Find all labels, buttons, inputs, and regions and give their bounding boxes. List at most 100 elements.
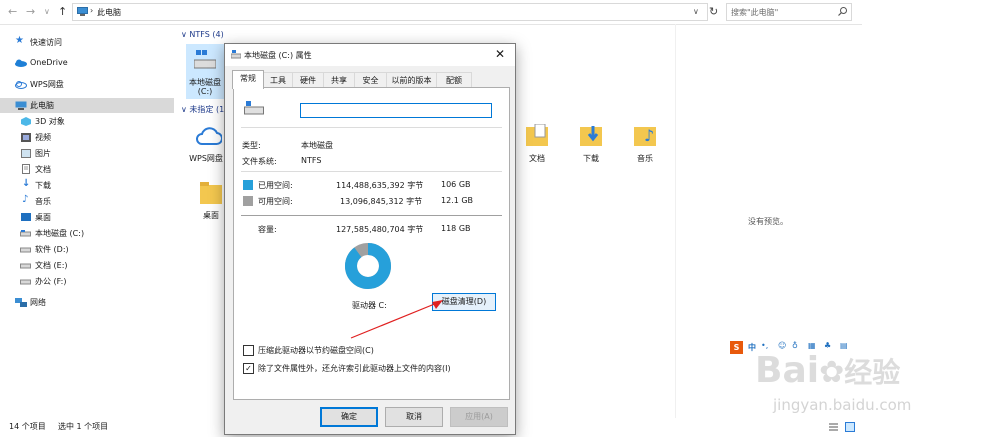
drive-c-tile[interactable]: 本地磁盘 (C:) xyxy=(186,44,224,99)
address-input[interactable]: › 此电脑 ∨ xyxy=(72,3,708,21)
ime-tools-icon[interactable]: ▤ xyxy=(840,341,848,350)
group-collapse-icon: ∨ xyxy=(181,30,187,39)
music-tile[interactable]: ♪ 音乐 xyxy=(631,124,659,164)
document-icon xyxy=(22,164,30,174)
wps-drive-tile[interactable]: WPS网盘 xyxy=(189,122,226,166)
tab-tools[interactable]: 工具 xyxy=(263,72,293,88)
computer-icon xyxy=(77,7,88,16)
ime-emoji-icon[interactable]: ☺ xyxy=(778,341,786,350)
watermark-url: jingyan.baidu.com xyxy=(773,396,912,414)
large-icons-view-icon[interactable] xyxy=(845,422,855,432)
ime-skin-icon[interactable]: ♣ xyxy=(824,341,831,350)
folder-download-icon xyxy=(580,126,602,146)
sidebar-item-label: OneDrive xyxy=(30,58,68,67)
tab-previous-versions[interactable]: 以前的版本 xyxy=(386,72,437,88)
music-icon: ♪ xyxy=(22,194,29,205)
search-input[interactable]: 搜索"此电脑" xyxy=(726,3,852,21)
apply-button[interactable]: 应用(A) xyxy=(450,407,508,427)
drive-name-input[interactable] xyxy=(300,103,492,118)
group-header-unspecified[interactable]: ∨ 未指定 (1 xyxy=(181,104,224,115)
sidebar-item-network[interactable]: 网络 xyxy=(0,295,174,310)
desktop-tile[interactable]: 桌面 xyxy=(197,180,225,222)
ok-button[interactable]: 确定 xyxy=(320,407,378,427)
sidebar-item-label: 网络 xyxy=(30,298,46,307)
refresh-icon[interactable]: ↻ xyxy=(709,5,718,18)
svg-text:♪: ♪ xyxy=(644,126,654,145)
sidebar-item-drive-c[interactable]: 本地磁盘 (C:) xyxy=(0,226,174,241)
tab-quota[interactable]: 配额 xyxy=(436,72,472,88)
capacity-gb: 118 GB xyxy=(441,224,471,233)
tab-general[interactable]: 常规 xyxy=(232,70,264,89)
back-arrow-icon[interactable]: ← xyxy=(8,5,17,18)
cloud-outline-icon xyxy=(196,127,222,145)
paw-icon: ✿ xyxy=(819,355,845,390)
group-header-ntfs[interactable]: ∨ NTFS (4) xyxy=(181,30,224,39)
dialog-titlebar: 本地磁盘 (C:) 属性 ✕ xyxy=(225,44,515,66)
sidebar-item-this-pc[interactable]: 此电脑 xyxy=(0,98,174,113)
sidebar-item-3d-objects[interactable]: 3D 对象 xyxy=(0,114,174,129)
video-icon xyxy=(21,133,31,142)
music-tile-label: 音乐 xyxy=(637,154,653,163)
tab-hardware[interactable]: 硬件 xyxy=(292,72,324,88)
sidebar-item-desktop[interactable]: 桌面 xyxy=(0,210,174,225)
sidebar-item-pictures[interactable]: 图片 xyxy=(0,146,174,161)
tab-security[interactable]: 安全 xyxy=(354,72,387,88)
type-label: 类型: xyxy=(242,141,261,150)
sidebar-item-quick-access[interactable]: ★ 快速访问 xyxy=(0,35,174,50)
ime-keyboard-icon[interactable]: ▦ xyxy=(808,341,816,350)
used-space-bytes: 114,488,635,392 字节 xyxy=(336,181,424,190)
ime-voice-icon[interactable]: ♁ xyxy=(792,341,798,350)
drive-icon xyxy=(20,279,31,285)
sidebar-item-label: WPS网盘 xyxy=(30,80,64,89)
apply-label: 应用(A) xyxy=(465,412,493,421)
ime-punctuation-icon[interactable]: •, xyxy=(761,341,768,350)
wps-drive-tile-label: WPS网盘 xyxy=(189,154,223,163)
sogou-s-icon[interactable]: S xyxy=(730,341,743,354)
sidebar-item-label: 3D 对象 xyxy=(35,117,65,126)
item-count-text: 14 个项目 xyxy=(9,422,46,431)
cancel-button[interactable]: 取消 xyxy=(385,407,443,427)
sidebar-item-downloads[interactable]: ↓ 下载 xyxy=(0,178,174,193)
sidebar-item-documents[interactable]: 文档 xyxy=(0,162,174,177)
compress-checkbox[interactable] xyxy=(243,345,254,356)
sidebar-item-drive-e[interactable]: 文档 (E:) xyxy=(0,258,174,273)
sidebar-item-onedrive[interactable]: OneDrive xyxy=(0,56,174,71)
dialog-title: 本地磁盘 (C:) 属性 xyxy=(244,51,312,60)
sidebar-item-videos[interactable]: 视频 xyxy=(0,130,174,145)
sidebar-item-wps-drive[interactable]: WPS网盘 xyxy=(0,77,174,92)
sidebar-item-label: 办公 (F:) xyxy=(35,277,67,286)
tab-sharing[interactable]: 共享 xyxy=(323,72,355,88)
details-view-icon[interactable] xyxy=(829,423,838,431)
close-icon[interactable]: ✕ xyxy=(495,47,505,61)
up-arrow-icon[interactable]: ↑ xyxy=(58,5,67,18)
type-value: 本地磁盘 xyxy=(301,141,333,150)
drive-icon xyxy=(194,50,216,69)
folder-icon xyxy=(200,182,222,204)
sidebar-item-drive-f[interactable]: 办公 (F:) xyxy=(0,274,174,289)
sidebar-item-drive-d[interactable]: 软件 (D:) xyxy=(0,242,174,257)
compress-label: 压缩此驱动器以节约磁盘空间(C) xyxy=(258,346,374,355)
desktop-tile-label: 桌面 xyxy=(203,211,219,220)
documents-tile[interactable]: 文档 xyxy=(523,124,551,164)
no-preview-text: 没有预览。 xyxy=(748,217,788,226)
downloads-tile-label: 下载 xyxy=(583,154,599,163)
sidebar-item-label: 本地磁盘 (C:) xyxy=(35,229,85,238)
downloads-tile[interactable]: 下载 xyxy=(577,124,605,164)
sidebar-item-label: 图片 xyxy=(35,149,51,158)
search-icon[interactable] xyxy=(838,7,847,16)
address-dropdown-icon[interactable]: ∨ xyxy=(693,7,699,16)
forward-arrow-icon[interactable]: → xyxy=(26,5,35,18)
sidebar-item-label: 软件 (D:) xyxy=(35,245,69,254)
divider xyxy=(241,127,502,128)
sidebar-item-label: 此电脑 xyxy=(30,101,54,110)
disk-cleanup-label: 磁盘清理(D) xyxy=(441,297,487,306)
group-collapse-icon: ∨ xyxy=(181,105,187,114)
recent-locations-chevron-icon[interactable]: ∨ xyxy=(44,7,50,16)
sidebar-item-music[interactable]: ♪ 音乐 xyxy=(0,194,174,209)
cloud-outline-icon xyxy=(15,81,27,89)
search-placeholder: 搜索"此电脑" xyxy=(731,8,779,17)
index-checkbox[interactable]: ✓ xyxy=(243,363,254,374)
folder-music-icon: ♪ xyxy=(634,126,656,146)
path-segment[interactable]: 此电脑 xyxy=(97,7,121,18)
general-tab-panel: 类型: 本地磁盘 文件系统: NTFS 已用空间: 114,488,635,39… xyxy=(233,87,510,400)
